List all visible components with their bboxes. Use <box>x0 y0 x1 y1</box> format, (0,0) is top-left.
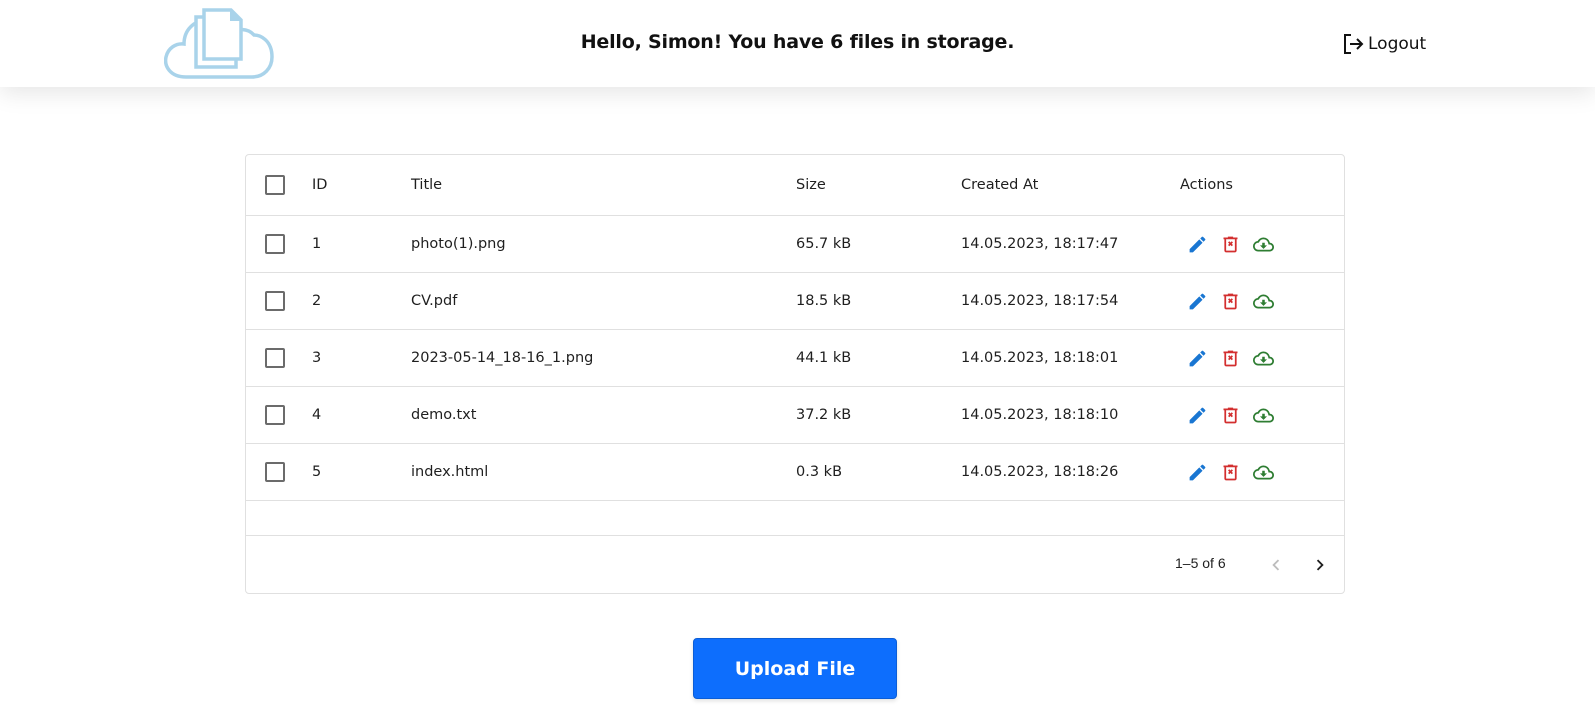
download-icon[interactable] <box>1253 348 1274 369</box>
delete-icon[interactable] <box>1220 348 1241 369</box>
cell-id: 3 <box>312 350 322 366</box>
table-footer: 1–5 of 6 <box>246 535 1344 593</box>
cell-title: index.html <box>411 464 489 480</box>
delete-icon[interactable] <box>1220 291 1241 312</box>
edit-icon[interactable] <box>1187 348 1208 369</box>
table-row[interactable]: 2 CV.pdf 18.5 kB 14.05.2023, 18:17:54 <box>246 273 1344 330</box>
edit-icon[interactable] <box>1187 405 1208 426</box>
logout-icon <box>1344 34 1364 54</box>
chevron-right-icon <box>1316 559 1324 571</box>
table-row[interactable]: 3 2023-05-14_18-16_1.png 44.1 kB 14.05.2… <box>246 330 1344 387</box>
pagination-range: 1–5 of 6 <box>1175 555 1226 571</box>
logout-button[interactable]: Logout <box>1341 31 1426 57</box>
cell-title: photo(1).png <box>411 236 506 252</box>
cell-size: 18.5 kB <box>796 293 852 309</box>
delete-icon[interactable] <box>1220 405 1241 426</box>
column-header-size[interactable]: Size <box>796 155 826 215</box>
cell-created-at: 14.05.2023, 18:17:54 <box>961 293 1119 309</box>
row-checkbox[interactable] <box>264 387 286 443</box>
table-row[interactable]: 5 index.html 0.3 kB 14.05.2023, 18:18:26 <box>246 444 1344 501</box>
cell-size: 0.3 kB <box>796 464 843 480</box>
select-all-checkbox[interactable] <box>264 155 286 215</box>
cell-title: 2023-05-14_18-16_1.png <box>411 350 594 366</box>
cell-id: 1 <box>312 236 322 252</box>
row-actions <box>1180 444 1274 500</box>
row-checkbox[interactable] <box>264 273 286 329</box>
upload-file-button[interactable]: Upload File <box>693 638 897 699</box>
edit-icon[interactable] <box>1187 291 1208 312</box>
table-row[interactable]: 4 demo.txt 37.2 kB 14.05.2023, 18:18:10 <box>246 387 1344 444</box>
cell-size: 65.7 kB <box>796 236 852 252</box>
delete-icon[interactable] <box>1220 462 1241 483</box>
files-table: ID Title Size Created At Actions 1 photo… <box>245 154 1345 594</box>
cell-id: 2 <box>312 293 322 309</box>
cell-title: demo.txt <box>411 407 477 423</box>
row-actions <box>1180 330 1274 386</box>
logout-label: Logout <box>1368 34 1427 54</box>
chevron-left-icon <box>1272 559 1280 571</box>
cell-size: 44.1 kB <box>796 350 852 366</box>
cell-created-at: 14.05.2023, 18:18:10 <box>961 407 1119 423</box>
row-checkbox[interactable] <box>264 444 286 500</box>
edit-icon[interactable] <box>1187 462 1208 483</box>
cell-id: 4 <box>312 407 322 423</box>
next-page-button[interactable] <box>1306 551 1334 579</box>
download-icon[interactable] <box>1253 291 1274 312</box>
row-actions <box>1180 216 1274 272</box>
cell-size: 37.2 kB <box>796 407 852 423</box>
column-header-id[interactable]: ID <box>312 155 327 215</box>
table-header-row: ID Title Size Created At Actions <box>246 155 1344 216</box>
edit-icon[interactable] <box>1187 234 1208 255</box>
header: Hello, Simon! You have 6 files in storag… <box>0 0 1595 87</box>
column-header-title[interactable]: Title <box>411 155 442 215</box>
table-row[interactable]: 1 photo(1).png 65.7 kB 14.05.2023, 18:17… <box>246 216 1344 273</box>
cell-created-at: 14.05.2023, 18:18:01 <box>961 350 1119 366</box>
row-actions <box>1180 387 1274 443</box>
column-header-actions: Actions <box>1180 177 1233 193</box>
download-icon[interactable] <box>1253 405 1274 426</box>
previous-page-button[interactable] <box>1262 551 1290 579</box>
cell-created-at: 14.05.2023, 18:17:47 <box>961 236 1119 252</box>
cell-title: CV.pdf <box>411 293 458 309</box>
delete-icon[interactable] <box>1220 234 1241 255</box>
download-icon[interactable] <box>1253 462 1274 483</box>
row-actions <box>1180 273 1274 329</box>
cell-created-at: 14.05.2023, 18:18:26 <box>961 464 1119 480</box>
column-header-created-at[interactable]: Created At <box>961 155 1038 215</box>
cell-id: 5 <box>312 464 322 480</box>
download-icon[interactable] <box>1253 234 1274 255</box>
row-checkbox[interactable] <box>264 330 286 386</box>
row-checkbox[interactable] <box>264 216 286 272</box>
